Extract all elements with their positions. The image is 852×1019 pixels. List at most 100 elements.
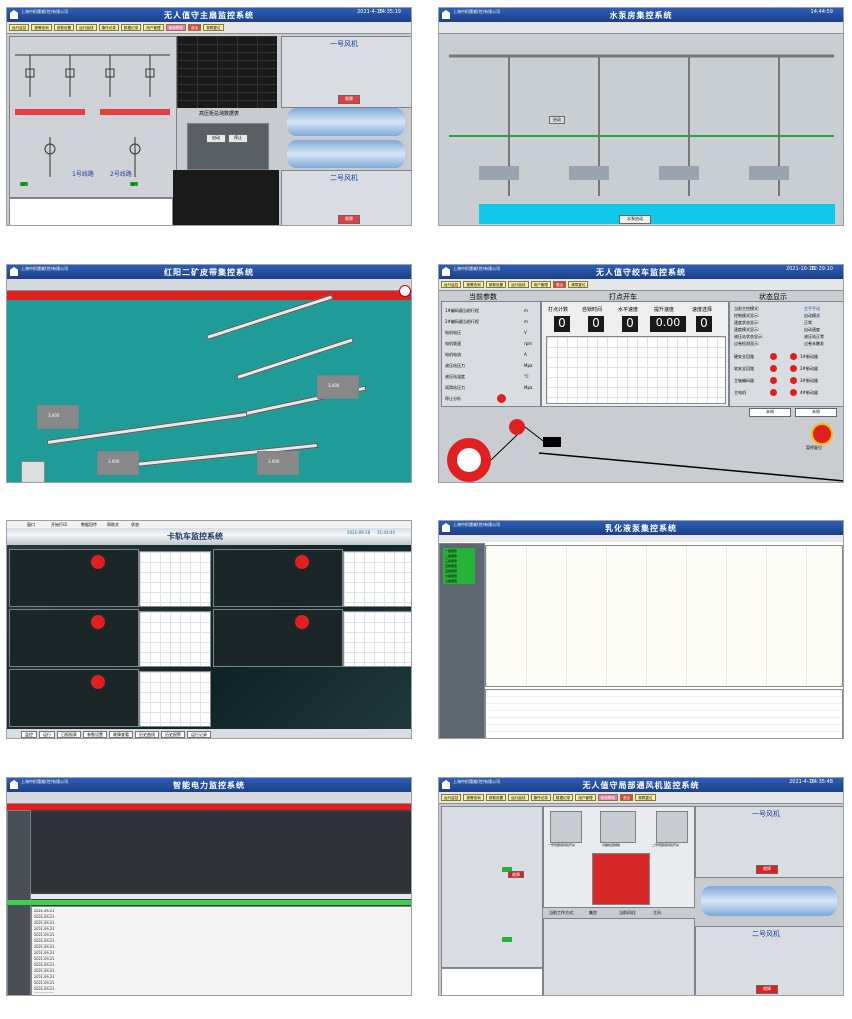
nav-datalog[interactable]: 数据记录 <box>120 24 142 31</box>
fan2-fault-button[interactable]: 故障 <box>756 985 778 994</box>
status-run-2: 运行 <box>130 182 139 186</box>
fan2-fault-button[interactable]: 故障 <box>338 215 360 224</box>
params-panel: 1#编码器当前行程 2#编码器当前行程 电机电压 电机频速 电机电流 液压站压力… <box>441 301 541 407</box>
start-button[interactable]: 启动 <box>206 134 226 143</box>
tile-power-monitor[interactable]: 上海中织晟威(控)有限公司 智能电力监控系统 2021-09-21 2021-0… <box>6 777 412 996</box>
alarm-bar <box>7 804 411 810</box>
log-table <box>9 198 173 225</box>
nav-help[interactable]: 系统帮助 <box>165 24 186 31</box>
tile-water-pump[interactable]: 上海中织晟威(控)有限公司 水泵房集控系统 14:44:59 启动 水泵启动 <box>438 7 844 226</box>
nav-oplog[interactable]: 操作记录 <box>530 794 551 801</box>
fan1-panel: 一号风机 故障 <box>695 806 843 878</box>
nav-curve[interactable]: 运行曲线 <box>76 24 97 31</box>
nav-alarm[interactable]: 报警查询 <box>31 24 52 31</box>
water-tank <box>479 204 835 224</box>
emergency-stop-button[interactable] <box>811 423 833 445</box>
tile-local-fan[interactable]: 上海中织晟威(控)有限公司 无人值守局部通风机监控系统 2021-4-15 14… <box>438 777 844 996</box>
nav-reset[interactable]: 故障复位 <box>203 24 224 31</box>
nav-reset[interactable]: 故障复位 <box>635 794 656 801</box>
nav-monitor[interactable]: 运行监控 <box>9 24 30 31</box>
page-title: 无人值守局部通风机监控系统 <box>582 780 700 790</box>
alarm-bar <box>7 291 411 300</box>
device-panel: 一号局部通风机开关 对偏机控制箱 二号局部通风机开关 <box>543 806 695 908</box>
tile-main-fan-monitor[interactable]: 上海中织晟威(控)有限公司 无人值守主扇监控系统 2021-4-15 14:35… <box>6 7 412 226</box>
bin-2: 3.000 <box>97 451 139 475</box>
header: 上海中织晟威(控)有限公司 智能电力监控系统 <box>7 778 411 792</box>
bin-4: 3.000 <box>257 451 299 475</box>
fan1-title: 一号风机 <box>330 40 358 48</box>
car-chart-5 <box>139 671 211 727</box>
tile-belt-conveyor[interactable]: 上海中织晟威(控)有限公司 红阳二矿皮带集控系统 3.000 3.000 3.0… <box>6 264 412 483</box>
emergency-stop-label: 暂停复位 <box>806 445 822 450</box>
stop-button-3[interactable] <box>91 615 105 629</box>
tile-winch-monitor[interactable]: 上海中织晟威(控)有限公司 无人值守绞车监控系统 2021-10-18 12:2… <box>438 264 844 483</box>
tile-rail-car[interactable]: 窗口 开始打印 数据回传 帮助文 状态 卡轨车监控系统 2021-09-18 1… <box>6 520 412 739</box>
nav-bar: 运行监控 报警查询 参数设置 运行曲线 操作记录 数据记录 用户管理 系统帮助 … <box>7 22 411 34</box>
nav-users[interactable]: 用户管理 <box>143 24 164 31</box>
car-panel-1 <box>9 549 139 607</box>
nav-help[interactable]: 系统帮助 <box>597 794 618 801</box>
fan2-title: 二号风机 <box>752 930 780 938</box>
car-chart-4 <box>343 611 411 667</box>
pump-start-button[interactable]: 水泵启动 <box>619 215 651 224</box>
digit-3: 0 <box>622 316 638 332</box>
nav-reset[interactable]: 故障复位 <box>568 281 589 288</box>
nav-bar <box>7 792 411 804</box>
nav-alarm[interactable]: 报警查询 <box>463 794 484 801</box>
stop-button-2[interactable] <box>295 555 309 569</box>
fan1-fault-button[interactable]: 故障 <box>756 865 778 874</box>
fan2-panel: 二号风机 故障 <box>281 170 411 225</box>
nav-exit[interactable]: 退出 <box>552 281 567 288</box>
nav-oplog[interactable]: 操作记录 <box>98 24 119 31</box>
car-chart-3 <box>139 611 211 667</box>
line1-label: 1号线路 <box>72 171 94 178</box>
header: 上海中织晟威(控)有限公司 红阳二矿皮带集控系统 <box>7 265 411 279</box>
title-bar: 卡轨车监控系统 2021-09-18 11:43:44 <box>7 528 411 545</box>
nav-exit[interactable]: 退出 <box>188 24 202 31</box>
digit-1: 0 <box>554 316 570 332</box>
header: 上海中织晟威(控)有限公司 无人值守绞车监控系统 2021-10-18 12:2… <box>439 265 843 279</box>
nav-params[interactable]: 参数设置 <box>485 794 507 801</box>
nav-monitor[interactable]: 运行监控 <box>441 794 462 801</box>
tile-emulsion-pump[interactable]: 上海中织晟威(控)有限公司 乳化液泵集控系统 一级报警 二级报警 三级报警 四级… <box>438 520 844 739</box>
fan1-image <box>701 886 837 916</box>
digit-5: 0 <box>696 316 712 332</box>
nav-params[interactable]: 参数设置 <box>53 24 75 31</box>
belt-1 <box>206 294 334 340</box>
mode-value: 集控 <box>589 910 597 915</box>
stop-button[interactable]: 停止 <box>228 134 248 143</box>
red-cabinet <box>592 853 650 905</box>
nav-users[interactable]: 用户管理 <box>530 281 551 288</box>
nav-alarm[interactable]: 报警查询 <box>463 281 484 288</box>
page-title: 无人值守绞车监控系统 <box>596 267 686 277</box>
nav-bar: 运行监控 报警查询 参数设置 运行曲线 操作记录 数据记录 用户管理 系统帮助 … <box>439 792 843 804</box>
nav-exit[interactable]: 退出 <box>620 794 634 801</box>
nav-datalog[interactable]: 数据记录 <box>552 794 574 801</box>
time-display: 14:44:59 <box>810 9 833 15</box>
stop-button-4[interactable] <box>295 615 309 629</box>
nav-curve[interactable]: 运行曲线 <box>508 281 529 288</box>
fan1-image <box>287 108 405 136</box>
header: 上海中织晟威(控)有限公司 无人值守主扇监控系统 2021-4-15 14:35… <box>7 8 411 22</box>
stop-button-1[interactable] <box>91 555 105 569</box>
nav-bar <box>7 279 411 291</box>
stop-button-5[interactable] <box>91 675 105 689</box>
power-log-table: 2021-09-21 2021-09-21 2021-09-21 2021-09… <box>31 906 411 995</box>
digit-2: 0 <box>588 316 604 332</box>
fan2-title: 二号风机 <box>330 174 358 182</box>
header: 上海中织晟威(控)有限公司 无人值守局部通风机监控系统 2021-4-15 14… <box>439 778 843 792</box>
green-bar <box>7 900 411 905</box>
start-button[interactable]: 启动 <box>549 116 565 124</box>
top-toolbar <box>439 535 843 542</box>
no-entry-icon[interactable] <box>399 285 411 297</box>
nav-curve[interactable]: 运行曲线 <box>508 794 529 801</box>
fan1-fault-button[interactable]: 故障 <box>338 95 360 104</box>
control-box <box>600 811 636 843</box>
page-title: 乳化液泵集控系统 <box>605 523 677 533</box>
page-title: 无人值守主扇监控系统 <box>164 10 254 20</box>
nav-users[interactable]: 用户管理 <box>575 794 596 801</box>
line2-label: 2号线路 <box>110 171 132 178</box>
winch-scene <box>447 419 843 482</box>
nav-monitor[interactable]: 运行监控 <box>441 281 462 288</box>
nav-params[interactable]: 参数设置 <box>485 281 507 288</box>
